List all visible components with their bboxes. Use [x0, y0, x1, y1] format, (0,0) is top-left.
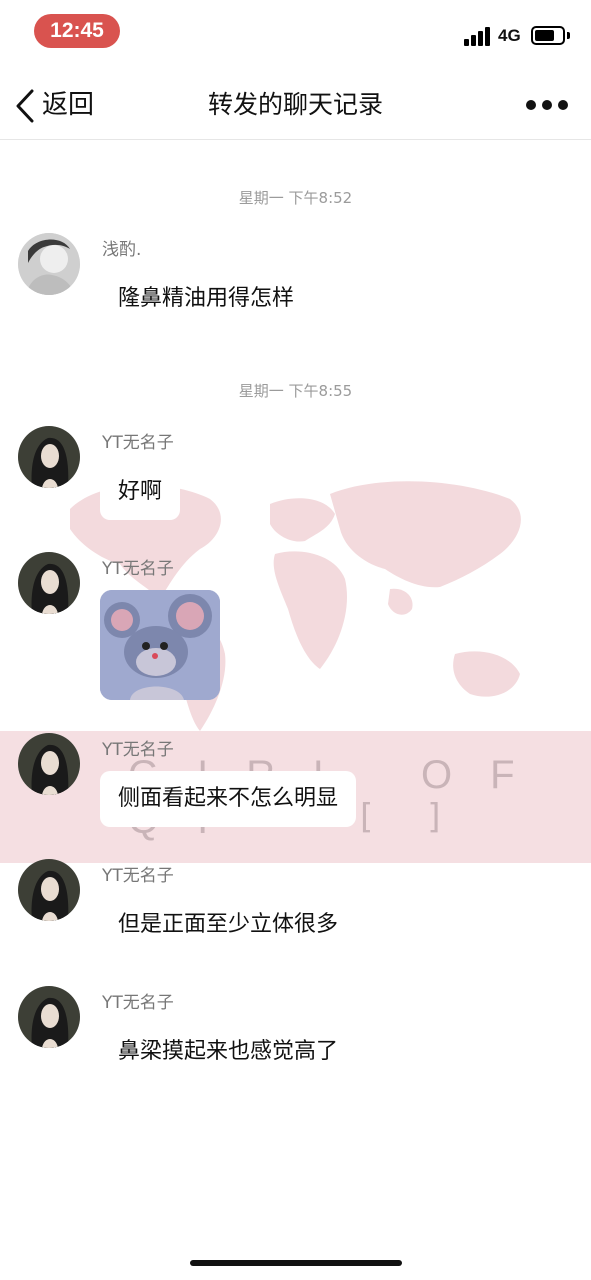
message-bubble[interactable]: 侧面看起来不怎么明显	[100, 771, 357, 827]
back-label: 返回	[42, 90, 95, 120]
signal-icon	[464, 26, 492, 46]
sticker-image[interactable]	[100, 590, 220, 700]
battery-icon	[531, 26, 565, 45]
sender-name: YT无名子	[102, 433, 174, 453]
sender-name: YT无名子	[102, 866, 174, 886]
back-button[interactable]: 返回	[10, 80, 120, 130]
status-time[interactable]: 12:45	[34, 14, 120, 48]
nav-bar: 返回 转发的聊天记录	[0, 70, 591, 140]
avatar[interactable]	[18, 859, 80, 921]
avatar[interactable]	[18, 233, 80, 295]
message-bubble[interactable]: 但是正面至少立体很多	[100, 897, 357, 953]
status-bar: 12:45 4G	[0, 0, 591, 64]
chat-history[interactable]: GIRL OF QI [ ] 星期一 下午8:52 浅酌. 隆鼻精油用得怎样 星…	[0, 141, 591, 1241]
sender-name: YT无名子	[102, 993, 174, 1013]
avatar[interactable]	[18, 552, 80, 614]
message-bubble[interactable]: 隆鼻精油用得怎样	[100, 271, 313, 327]
more-icon[interactable]	[526, 93, 576, 117]
sender-name: YT无名子	[102, 740, 174, 760]
time-separator: 星期一 下午8:55	[238, 382, 353, 400]
message-bubble[interactable]: 好啊	[100, 464, 181, 520]
network-type: 4G	[498, 26, 521, 45]
sender-name: 浅酌.	[102, 240, 142, 260]
chevron-left-icon	[16, 89, 34, 123]
avatar[interactable]	[18, 426, 80, 488]
sender-name: YT无名子	[102, 559, 174, 579]
avatar[interactable]	[18, 733, 80, 795]
message-bubble[interactable]: 鼻梁摸起来也感觉高了	[100, 1024, 357, 1080]
home-indicator[interactable]	[190, 1260, 402, 1266]
avatar[interactable]	[18, 986, 80, 1048]
watermark-bracket: [ ]	[360, 797, 441, 837]
page-title: 转发的聊天记录	[207, 90, 383, 119]
time-separator: 星期一 下午8:52	[238, 189, 353, 207]
battery-tip	[567, 32, 570, 39]
